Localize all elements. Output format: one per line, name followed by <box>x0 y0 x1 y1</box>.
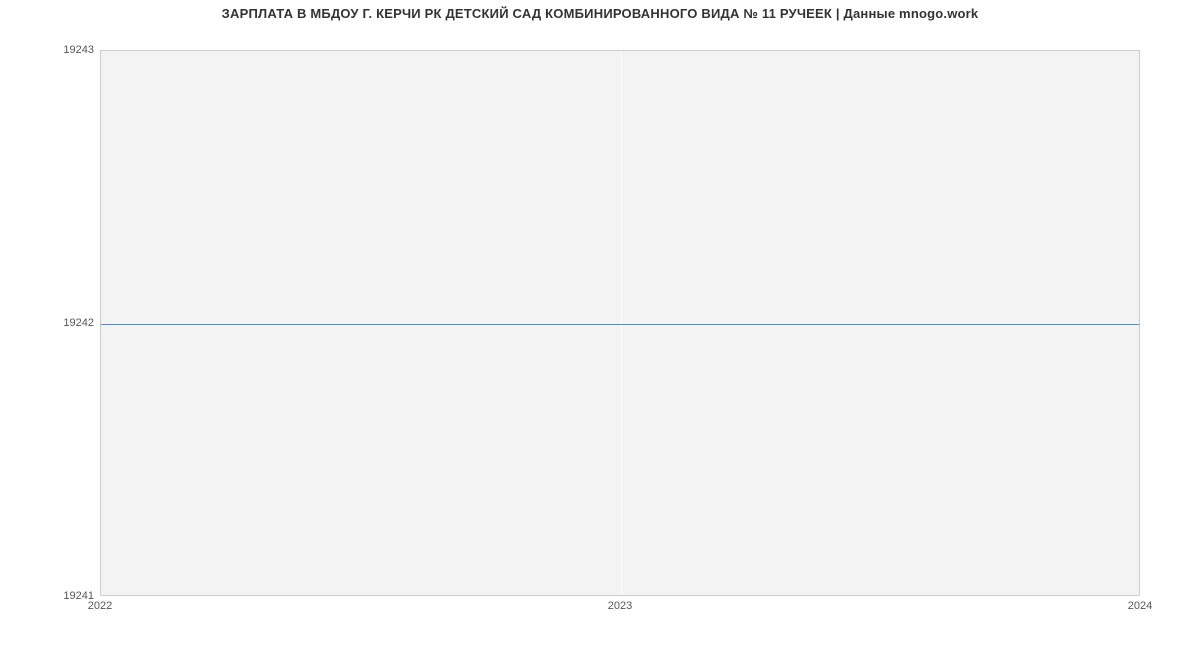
x-tick-label: 2023 <box>608 600 632 612</box>
chart-title: ЗАРПЛАТА В МБДОУ Г. КЕРЧИ РК ДЕТСКИЙ САД… <box>0 6 1200 21</box>
y-tick-label: 19243 <box>4 44 94 56</box>
chart-container: ЗАРПЛАТА В МБДОУ Г. КЕРЧИ РК ДЕТСКИЙ САД… <box>0 0 1200 650</box>
y-tick-label: 19242 <box>4 317 94 329</box>
x-tick-label: 2022 <box>88 600 112 612</box>
x-tick-label: 2024 <box>1128 600 1152 612</box>
series-line <box>101 324 1139 325</box>
plot-area <box>100 50 1140 596</box>
y-tick-label: 19241 <box>4 590 94 602</box>
gridline-vertical <box>621 51 622 595</box>
